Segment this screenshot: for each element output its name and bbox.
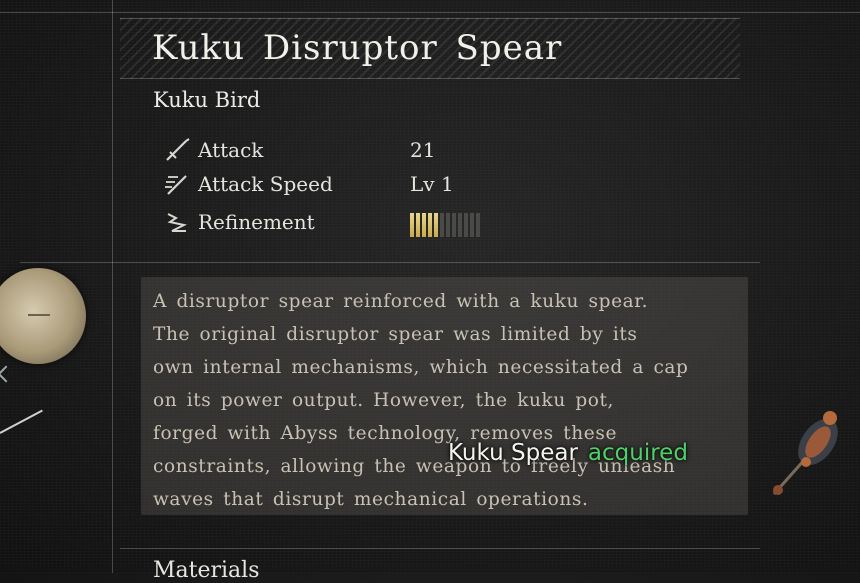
ornament-mark [28,314,50,326]
refinement-segment-filled [434,213,438,237]
refinement-segment-filled [428,213,432,237]
refinement-segment-empty [446,213,450,237]
refinement-segment-empty [458,213,462,237]
blade-decoration [0,409,43,434]
item-acquired-notification: Kuku Spear acquired [448,440,688,466]
stat-row-attack: Attack 21 [162,136,435,164]
refinement-segment-filled [422,213,426,237]
stat-value-attack-speed: Lv 1 [410,172,454,196]
sword-icon [162,137,192,163]
refinement-icon [162,209,192,235]
stats-divider [20,262,760,263]
refinement-segment-empty [452,213,456,237]
stat-label-refinement: Refinement [198,210,315,234]
description-line: on its power output. However, the kuku p… [153,390,615,411]
frame-line-left [112,0,113,573]
stat-label-attack-speed: Attack Speed [198,172,333,196]
description-line: waves that disrupt mechanical operations… [153,489,589,510]
refinement-segment-empty [470,213,474,237]
notification-status: acquired [587,440,688,466]
stat-label-attack: Attack [198,138,264,162]
description-line: The original disruptor spear was limited… [153,324,638,345]
speed-icon [162,171,192,197]
refinement-bar [410,213,480,237]
stat-value-attack: 21 [410,138,436,162]
stat-row-attack-speed: Attack Speed Lv 1 [162,170,454,198]
frame-line-top [0,12,860,13]
item-title: Kuku Disruptor Spear [152,28,563,68]
description-divider [120,548,760,549]
description-line: A disruptor spear reinforced with a kuku… [153,291,649,312]
chevron-left-icon[interactable] [0,365,15,383]
item-description: A disruptor spear reinforced with a kuku… [153,285,743,516]
weapon-icon [766,398,856,510]
refinement-segment-filled [410,213,414,237]
notification-item-name: Kuku Spear [448,440,578,466]
refinement-segment-empty [464,213,468,237]
description-line: own internal mechanisms, which necessita… [153,357,689,378]
refinement-segment-empty [476,213,480,237]
materials-heading: Materials [153,558,260,583]
item-type: Kuku Bird [153,88,261,112]
stat-row-refinement: Refinement [162,208,480,237]
refinement-segment-filled [416,213,420,237]
refinement-segment-empty [440,213,444,237]
